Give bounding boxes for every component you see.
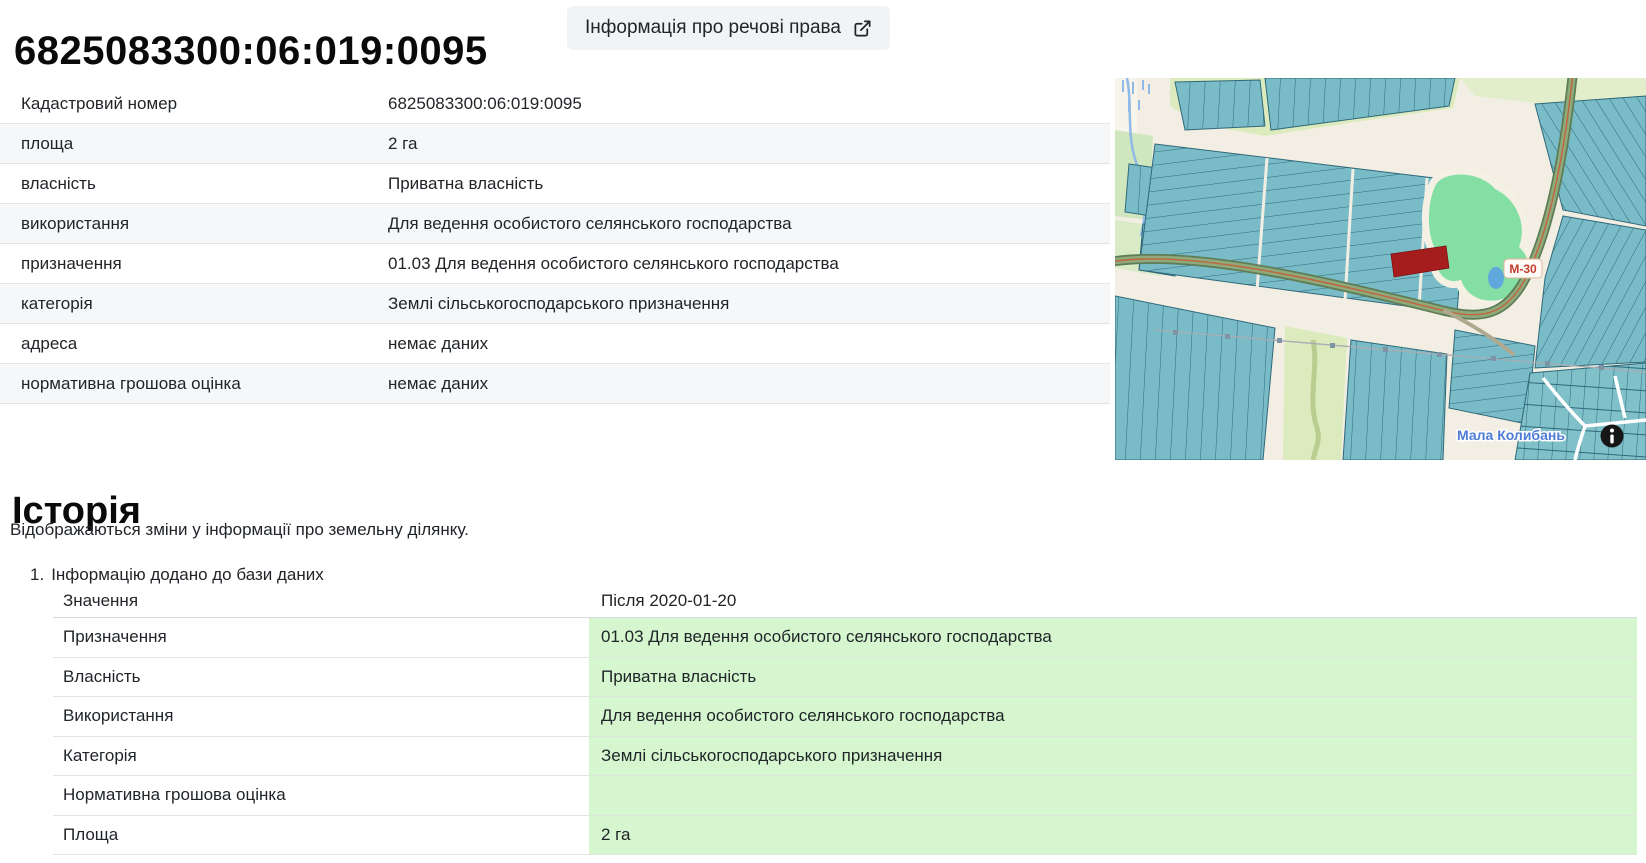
rights-info-button[interactable]: Інформація про речові права <box>567 6 890 50</box>
history-row-value <box>589 776 1637 815</box>
history-row: Категорія Землі сільськогосподарського п… <box>53 737 1637 777</box>
history-header-label: Значення <box>53 584 589 617</box>
history-row-label: Площа <box>53 816 589 855</box>
row-label: власність <box>0 174 388 194</box>
history-row-value: Землі сільськогосподарського призначення <box>589 737 1637 776</box>
history-table: Значення Після 2020-01-20 Призначення 01… <box>53 584 1637 855</box>
history-row: Призначення 01.03 Для ведення особистого… <box>53 618 1637 658</box>
table-row: Кадастровий номер 6825083300:06:019:0095 <box>0 84 1110 124</box>
history-row: Використання Для ведення особистого селя… <box>53 697 1637 737</box>
road-badge: М-30 <box>1504 259 1542 278</box>
svg-text:М-30: М-30 <box>1509 262 1537 276</box>
rights-info-button-label: Інформація про речові права <box>585 17 841 39</box>
history-row-label: Використання <box>53 697 589 736</box>
row-value: немає даних <box>388 334 1110 354</box>
row-label: нормативна грошова оцінка <box>0 374 388 394</box>
history-row-value: Приватна власність <box>589 658 1637 697</box>
table-row: площа 2 га <box>0 124 1110 164</box>
table-row: адреса немає даних <box>0 324 1110 364</box>
table-row: нормативна грошова оцінка немає даних <box>0 364 1110 404</box>
table-row: призначення 01.03 Для ведення особистого… <box>0 244 1110 284</box>
history-row-label: Призначення <box>53 618 589 657</box>
info-icon[interactable] <box>1601 425 1624 448</box>
table-row: власність Приватна власність <box>0 164 1110 204</box>
history-entry-title: 1. Інформацію додано до бази даних <box>30 565 324 585</box>
cadastral-map[interactable]: М-30 Мала Колибань <box>1115 78 1646 460</box>
history-row-label: Власність <box>53 658 589 697</box>
history-row-value: 01.03 Для ведення особистого селянського… <box>589 618 1637 657</box>
settlement-label: Мала Колибань <box>1457 427 1565 443</box>
history-header-value: Після 2020-01-20 <box>589 584 1637 617</box>
row-value: 6825083300:06:019:0095 <box>388 94 1110 114</box>
history-row: Власність Приватна власність <box>53 658 1637 698</box>
history-row-label: Категорія <box>53 737 589 776</box>
row-label: площа <box>0 134 388 154</box>
row-value: Землі сільськогосподарського призначення <box>388 294 1110 314</box>
history-entry-text: Інформацію додано до бази даних <box>51 565 324 585</box>
row-label: використання <box>0 214 388 234</box>
history-row-value: Для ведення особистого селянського госпо… <box>589 697 1637 736</box>
row-label: Кадастровий номер <box>0 94 388 114</box>
external-link-icon <box>853 19 872 38</box>
row-value: Приватна власність <box>388 174 1110 194</box>
map-pond <box>1488 267 1504 289</box>
history-row-value: 2 га <box>589 816 1637 855</box>
history-row: Площа 2 га <box>53 816 1637 856</box>
history-entry-number: 1. <box>30 565 44 585</box>
row-value: Для ведення особистого селянського госпо… <box>388 214 1110 234</box>
history-row-label: Нормативна грошова оцінка <box>53 776 589 815</box>
row-value: 01.03 Для ведення особистого селянського… <box>388 254 1110 274</box>
cadastral-map-svg: М-30 Мала Колибань <box>1115 78 1646 460</box>
row-value: 2 га <box>388 134 1110 154</box>
page-title: 6825083300:06:019:0095 <box>14 29 488 74</box>
row-label: категорія <box>0 294 388 314</box>
table-row: категорія Землі сільськогосподарського п… <box>0 284 1110 324</box>
row-value: немає даних <box>388 374 1110 394</box>
history-subtitle: Відображаються зміни у інформації про зе… <box>10 520 469 540</box>
parcel-details-table: Кадастровий номер 6825083300:06:019:0095… <box>0 84 1110 404</box>
history-header-row: Значення Після 2020-01-20 <box>53 584 1637 618</box>
table-row: використання Для ведення особистого селя… <box>0 204 1110 244</box>
row-label: призначення <box>0 254 388 274</box>
history-row: Нормативна грошова оцінка <box>53 776 1637 816</box>
row-label: адреса <box>0 334 388 354</box>
